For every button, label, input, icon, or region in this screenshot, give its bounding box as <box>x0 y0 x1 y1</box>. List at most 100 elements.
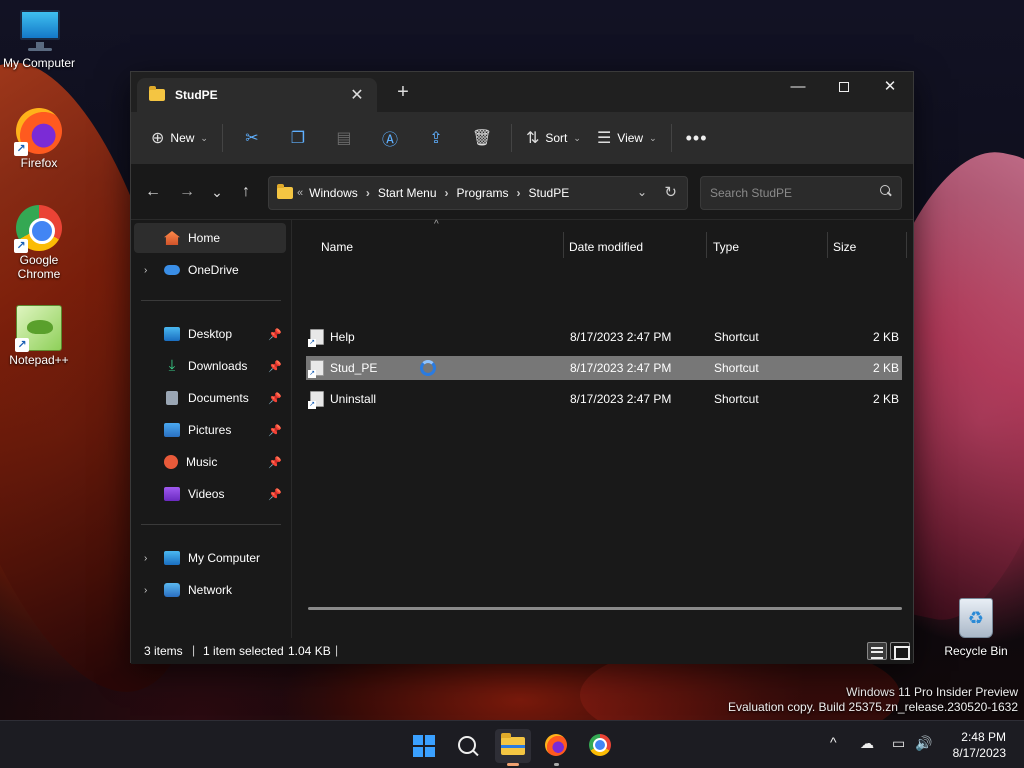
more-options-icon[interactable]: ••• <box>686 128 708 149</box>
column-header-type[interactable]: Type <box>713 234 739 260</box>
file-name: Help <box>330 330 355 344</box>
search-box[interactable] <box>700 176 902 210</box>
sidebar-divider <box>141 300 281 301</box>
file-row-uninstall[interactable]: Uninstall 8/17/2023 2:47 PM Shortcut 2 K… <box>306 387 902 411</box>
column-resize-handle[interactable] <box>563 232 564 258</box>
paste-icon[interactable]: ▤ <box>328 121 360 155</box>
rename-icon[interactable]: Ⓐ <box>374 121 406 155</box>
chevron-right-icon[interactable]: › <box>366 186 370 200</box>
chevron-down-icon: ⌄ <box>200 132 208 143</box>
copy-icon[interactable]: ❐ <box>282 121 314 155</box>
desktop-icon-label: My Computer <box>2 56 76 70</box>
column-resize-handle[interactable] <box>906 232 907 258</box>
forward-button[interactable]: → <box>173 178 201 206</box>
taskbar-chrome[interactable] <box>582 729 618 763</box>
horizontal-scrollbar[interactable] <box>308 607 902 610</box>
breadcrumb-overflow[interactable]: « <box>297 187 303 199</box>
details-view-icon[interactable] <box>867 642 887 660</box>
cloud-offline-icon[interactable]: ☁ <box>860 735 874 752</box>
computer-icon <box>164 551 180 565</box>
clock[interactable]: 2:48 PM 8/17/2023 <box>953 729 1006 761</box>
column-header-name[interactable]: Name <box>321 234 353 260</box>
back-button[interactable]: ← <box>139 178 167 206</box>
minimize-button[interactable]: — <box>775 72 821 104</box>
column-resize-handle[interactable] <box>827 232 828 258</box>
sidebar-item-label: Desktop <box>188 327 233 341</box>
maximize-button[interactable] <box>821 72 867 104</box>
cut-icon[interactable]: ✂ <box>236 121 268 155</box>
sidebar-item-onedrive[interactable]: › OneDrive <box>134 255 286 285</box>
taskbar-file-explorer[interactable] <box>495 729 531 766</box>
sidebar-item-pictures[interactable]: Pictures 📌 <box>134 415 286 445</box>
clock-date: 8/17/2023 <box>952 746 1006 760</box>
up-button[interactable]: ↑ <box>232 178 260 206</box>
file-date: 8/17/2023 2:47 PM <box>570 361 672 375</box>
pin-icon: 📌 <box>268 328 282 341</box>
sidebar-item-home[interactable]: Home <box>134 223 286 253</box>
desktop-icon-google-chrome[interactable]: ↗ Google Chrome <box>1 205 77 281</box>
firefox-icon <box>545 734 567 756</box>
sidebar-item-videos[interactable]: Videos 📌 <box>134 479 286 509</box>
tab-studpe[interactable]: StudPE ✕ <box>137 78 377 112</box>
recent-locations-button[interactable]: ⌄ <box>203 178 231 206</box>
volume-icon[interactable]: 🔊 <box>915 735 932 752</box>
column-header-size[interactable]: Size <box>833 234 856 260</box>
search-input[interactable] <box>701 177 871 209</box>
file-date: 8/17/2023 2:47 PM <box>570 392 672 406</box>
breadcrumb-studpe[interactable]: StudPE <box>529 186 570 200</box>
column-header-date-modified[interactable]: Date modified <box>569 234 643 260</box>
file-type: Shortcut <box>714 361 759 375</box>
desktop-icon-notepadpp[interactable]: ↗ Notepad++ <box>1 305 77 367</box>
chevron-right-icon[interactable]: › <box>445 186 449 200</box>
desktop-icon-recycle-bin[interactable]: Recycle Bin <box>936 598 1016 658</box>
desktop-icon-my-computer[interactable]: My Computer <box>1 8 77 70</box>
view-list-icon: ☰ <box>596 130 612 147</box>
sidebar-item-my-computer[interactable]: › My Computer <box>134 543 286 573</box>
breadcrumb-start-menu[interactable]: Start Menu <box>378 186 437 200</box>
column-resize-handle[interactable] <box>706 232 707 258</box>
close-tab-icon[interactable]: ✕ <box>347 85 367 105</box>
plus-circle-icon: ⊕ <box>151 130 165 147</box>
refresh-icon[interactable]: ↻ <box>664 183 677 201</box>
title-bar[interactable]: StudPE ✕ + — ✕ <box>131 72 913 112</box>
file-row-help[interactable]: Help 8/17/2023 2:47 PM Shortcut 2 KB <box>306 325 902 349</box>
sort-button-label: Sort <box>545 131 568 145</box>
tray-overflow-chevron-icon[interactable]: ^ <box>830 734 837 750</box>
sidebar-divider <box>141 524 281 525</box>
view-button[interactable]: ☰ View ⌄ <box>589 121 665 155</box>
new-button[interactable]: ⊕ New ⌄ <box>143 121 216 155</box>
share-icon[interactable]: ⇪ <box>420 121 452 155</box>
sort-button[interactable]: ⇅ Sort ⌄ <box>518 121 589 155</box>
chevron-right-icon[interactable]: › <box>144 585 147 596</box>
network-status-icon[interactable]: ▭ <box>892 735 905 752</box>
tiles-view-icon[interactable] <box>890 642 910 660</box>
new-button-label: New <box>170 131 195 145</box>
chrome-icon: ↗ <box>14 205 62 253</box>
breadcrumb-programs[interactable]: Programs <box>457 186 509 200</box>
address-bar[interactable]: « Windows › Start Menu › Programs › Stud… <box>268 176 688 210</box>
close-window-button[interactable]: ✕ <box>867 72 913 104</box>
chevron-right-icon[interactable]: › <box>144 265 147 276</box>
sidebar-item-label: OneDrive <box>188 263 239 277</box>
sidebar-item-music[interactable]: Music 📌 <box>134 447 286 477</box>
new-tab-button[interactable]: + <box>393 82 413 102</box>
desktop-icon-firefox[interactable]: ↗ Firefox <box>1 108 77 170</box>
search-icon[interactable] <box>879 185 891 197</box>
sidebar-item-documents[interactable]: Documents 📌 <box>134 383 286 413</box>
desktop-icon-label: Firefox <box>20 156 58 170</box>
recycle-bin-icon <box>959 598 993 638</box>
taskbar-search-icon[interactable] <box>450 729 486 763</box>
chevron-right-icon[interactable]: › <box>517 186 521 200</box>
chevron-down-icon[interactable]: ⌄ <box>637 185 647 199</box>
breadcrumb-windows[interactable]: Windows <box>309 186 358 200</box>
start-button[interactable] <box>406 729 442 763</box>
chevron-right-icon[interactable]: › <box>144 553 147 564</box>
sidebar-item-desktop[interactable]: Desktop 📌 <box>134 319 286 349</box>
sidebar-item-downloads[interactable]: ⤓ Downloads 📌 <box>134 351 286 381</box>
sidebar-item-network[interactable]: › Network <box>134 575 286 605</box>
delete-icon[interactable]: 🗑 <box>466 121 498 155</box>
windows-watermark: Windows 11 Pro Insider Preview Evaluatio… <box>728 685 1018 715</box>
taskbar: ^ ☁ ▭ 🔊 2:48 PM 8/17/2023 <box>0 720 1024 768</box>
taskbar-firefox[interactable] <box>538 729 574 766</box>
file-row-stud-pe[interactable]: Stud_PE 8/17/2023 2:47 PM Shortcut 2 KB <box>306 356 902 380</box>
